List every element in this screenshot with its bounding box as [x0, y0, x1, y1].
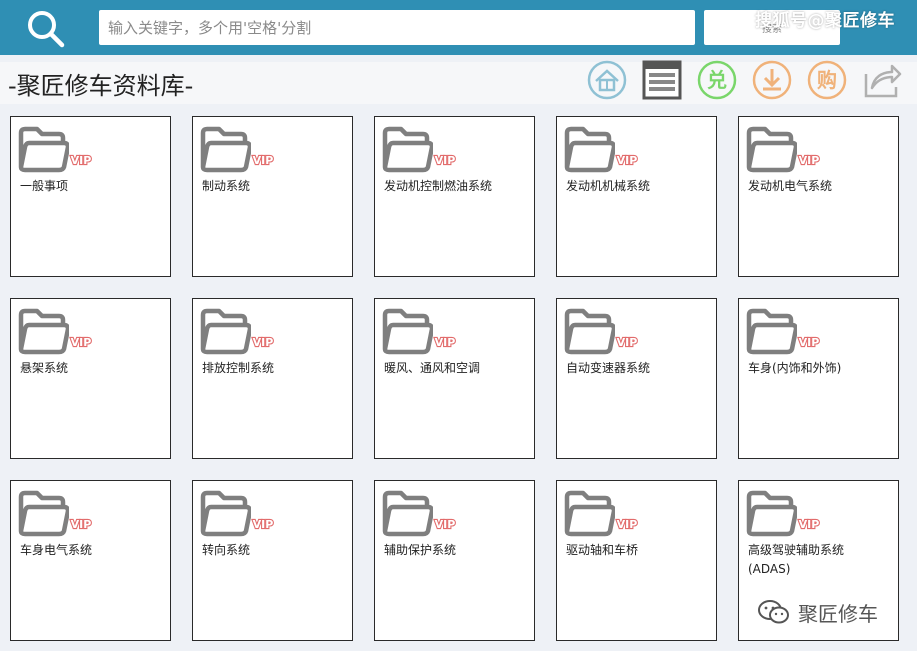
- folder-icon: [563, 123, 617, 173]
- share-icon[interactable]: [862, 60, 902, 100]
- vip-badge: VIP: [69, 334, 93, 350]
- page-title: -聚匠修车资料库-: [8, 72, 194, 100]
- svg-text:VIP: VIP: [435, 154, 456, 167]
- vip-badge: VIP: [251, 516, 275, 532]
- svg-text:VIP: VIP: [799, 336, 820, 349]
- search-input[interactable]: [99, 10, 695, 45]
- svg-text:VIP: VIP: [435, 518, 456, 531]
- footer-watermark-text: 聚匠修车: [798, 602, 878, 626]
- category-card[interactable]: VIP 转向系统: [192, 480, 353, 641]
- category-label: 发动机控制燃油系统: [384, 179, 493, 193]
- top-bar: 搜索 搜狐号@聚匠修车: [0, 0, 917, 55]
- category-card[interactable]: VIP 制动系统: [192, 116, 353, 277]
- home-icon[interactable]: [587, 60, 627, 100]
- category-label: 高级驾驶辅助系统 (ADAS): [748, 543, 845, 576]
- purchase-icon[interactable]: 购: [807, 60, 847, 100]
- category-label: 悬架系统: [20, 361, 69, 375]
- vip-badge: VIP: [251, 152, 275, 168]
- vip-badge: VIP: [433, 516, 457, 532]
- svg-text:VIP: VIP: [799, 154, 820, 167]
- category-card[interactable]: VIP 车身电气系统: [10, 480, 171, 641]
- folder-icon: [381, 305, 435, 355]
- category-card[interactable]: VIP 车身(内饰和外饰): [738, 298, 899, 459]
- svg-text:VIP: VIP: [71, 518, 92, 531]
- category-grid: VIP 一般事项 VIP 制动系统 VIP 发动机控制燃油系统 VIP 发动机机械系统 …: [0, 107, 917, 651]
- category-label: 暖风、通风和空调: [384, 361, 481, 375]
- category-label: 排放控制系统: [202, 361, 275, 375]
- svg-text:购: 购: [817, 68, 837, 92]
- folder-icon: [381, 123, 435, 173]
- category-card[interactable]: VIP 发动机电气系统: [738, 116, 899, 277]
- vip-badge: VIP: [797, 152, 821, 168]
- vip-badge: VIP: [615, 516, 639, 532]
- category-card[interactable]: VIP 悬架系统: [10, 298, 171, 459]
- category-label: 辅助保护系统: [384, 543, 457, 557]
- svg-text:VIP: VIP: [435, 336, 456, 349]
- folder-icon: [199, 487, 253, 537]
- vip-badge: VIP: [797, 334, 821, 350]
- folder-icon: [17, 305, 71, 355]
- folder-icon: [381, 487, 435, 537]
- vip-badge: VIP: [797, 516, 821, 532]
- category-label: 制动系统: [202, 179, 251, 193]
- category-label: 车身电气系统: [20, 543, 93, 557]
- category-label: 车身(内饰和外饰): [748, 361, 842, 375]
- redeem-icon[interactable]: 兑: [697, 60, 737, 100]
- category-label: 转向系统: [202, 543, 251, 557]
- category-label: 发动机电气系统: [748, 179, 833, 193]
- category-card[interactable]: VIP 一般事项: [10, 116, 171, 277]
- folder-icon: [17, 123, 71, 173]
- vip-badge: VIP: [69, 152, 93, 168]
- svg-text:兑: 兑: [707, 68, 727, 92]
- category-card[interactable]: VIP 发动机控制燃油系统: [374, 116, 535, 277]
- vip-badge: VIP: [251, 334, 275, 350]
- vip-badge: VIP: [433, 152, 457, 168]
- folder-icon: [199, 305, 253, 355]
- svg-text:VIP: VIP: [799, 518, 820, 531]
- svg-text:VIP: VIP: [253, 154, 274, 167]
- vip-badge: VIP: [615, 152, 639, 168]
- category-label: 驱动轴和车桥: [566, 543, 639, 557]
- svg-text:VIP: VIP: [617, 336, 638, 349]
- watermark: 搜狐号@聚匠修车: [755, 11, 895, 31]
- folder-icon: [745, 305, 799, 355]
- category-label: 自动变速器系统: [566, 361, 651, 375]
- category-card[interactable]: VIP 驱动轴和车桥: [556, 480, 717, 641]
- folder-icon: [17, 487, 71, 537]
- folder-icon: [199, 123, 253, 173]
- category-card[interactable]: VIP 排放控制系统: [192, 298, 353, 459]
- svg-text:VIP: VIP: [71, 336, 92, 349]
- catalog-icon[interactable]: [642, 60, 682, 100]
- category-card[interactable]: VIP 暖风、通风和空调: [374, 298, 535, 459]
- svg-text:VIP: VIP: [253, 336, 274, 349]
- vip-badge: VIP: [615, 334, 639, 350]
- category-label: 一般事项: [20, 179, 69, 193]
- category-card[interactable]: VIP 辅助保护系统: [374, 480, 535, 641]
- vip-badge: VIP: [69, 516, 93, 532]
- folder-icon: [745, 123, 799, 173]
- svg-text:VIP: VIP: [253, 518, 274, 531]
- category-label: 发动机机械系统: [566, 179, 651, 193]
- category-card[interactable]: VIP 发动机机械系统: [556, 116, 717, 277]
- svg-text:VIP: VIP: [617, 518, 638, 531]
- folder-icon: [563, 487, 617, 537]
- svg-text:VIP: VIP: [71, 154, 92, 167]
- svg-text:VIP: VIP: [617, 154, 638, 167]
- download-icon[interactable]: [752, 60, 792, 100]
- folder-icon: [745, 487, 799, 537]
- wechat-icon: [757, 599, 791, 625]
- category-card[interactable]: VIP 自动变速器系统: [556, 298, 717, 459]
- folder-icon: [563, 305, 617, 355]
- vip-badge: VIP: [433, 334, 457, 350]
- search-icon[interactable]: [26, 9, 66, 49]
